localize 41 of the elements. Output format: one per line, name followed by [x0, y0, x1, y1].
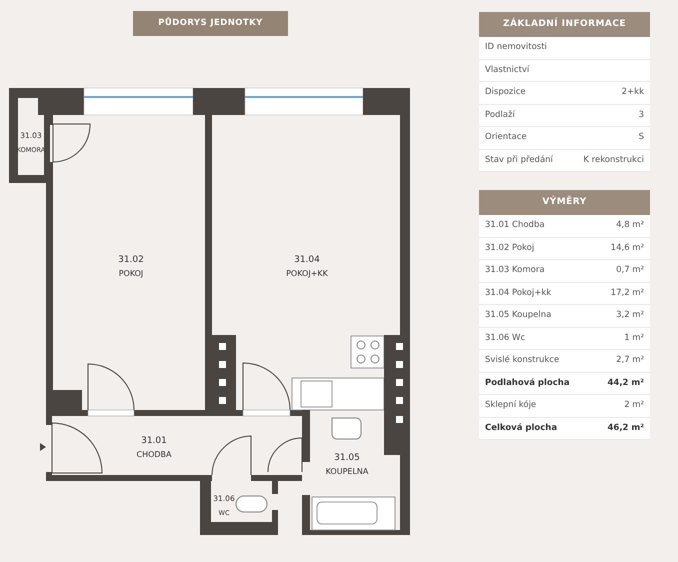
areas-value: 1 m²: [624, 332, 644, 345]
info-value: 3: [638, 108, 644, 122]
areas-label: 31.01 Chodba: [485, 219, 545, 232]
areas-value: 17,2 m²: [610, 286, 644, 300]
info-label: Podlaží: [485, 108, 515, 122]
areas-label: 31.02 Pokoj: [485, 242, 534, 255]
areas-value: 46,2 m²: [607, 422, 644, 435]
areas-value: 2 m²: [624, 399, 644, 412]
room-name: POKOJ: [118, 269, 144, 278]
room-number: 31.01: [141, 436, 167, 446]
areas-value: 4,8 m²: [616, 219, 644, 232]
info-value: 2+kk: [622, 86, 644, 100]
areas-value: 3,2 m²: [616, 309, 644, 322]
areas-value: 0,7 m²: [616, 264, 644, 278]
info-value: S: [638, 131, 644, 144]
areas-label: 31.03 Komora: [485, 264, 545, 278]
areas-label: Podlahová plocha: [485, 376, 570, 390]
areas-label: 31.05 Koupelna: [485, 309, 552, 322]
info-label: ID nemovitosti: [485, 41, 547, 54]
section-header: VÝMĚRY: [479, 190, 650, 215]
room-name: POKOJ+KK: [286, 269, 328, 278]
info-label: Orientace: [485, 131, 527, 144]
room-number: 31.02: [118, 255, 144, 265]
room-name: CHODBA: [136, 450, 172, 459]
room-number: 31.05: [334, 453, 360, 463]
areas-label: 31.04 Pokoj+kk: [485, 286, 552, 300]
room-number: 31.04: [294, 255, 320, 265]
info-label: Vlastnictví: [485, 64, 530, 77]
areas-label: Celková plocha: [485, 422, 558, 435]
room-name: KOUPELNA: [326, 467, 368, 476]
areas-label: Sklepní kóje: [485, 399, 536, 412]
section-header: ZÁKLADNÍ INFORMACE: [479, 12, 650, 37]
areas-value: 44,2 m²: [607, 376, 644, 390]
areas-value: 2,7 m²: [616, 354, 644, 368]
info-value: K rekonstrukci: [583, 154, 644, 167]
areas-label: 31.06 Wc: [485, 332, 526, 345]
areas-label: Svislé konstrukce: [485, 354, 560, 368]
info-label: Stav při předání: [485, 154, 553, 167]
info-label: Dispozice: [485, 86, 526, 100]
section-header: PŮDORYS JEDNOTKY: [133, 11, 288, 36]
areas-value: 14,6 m²: [610, 242, 644, 255]
